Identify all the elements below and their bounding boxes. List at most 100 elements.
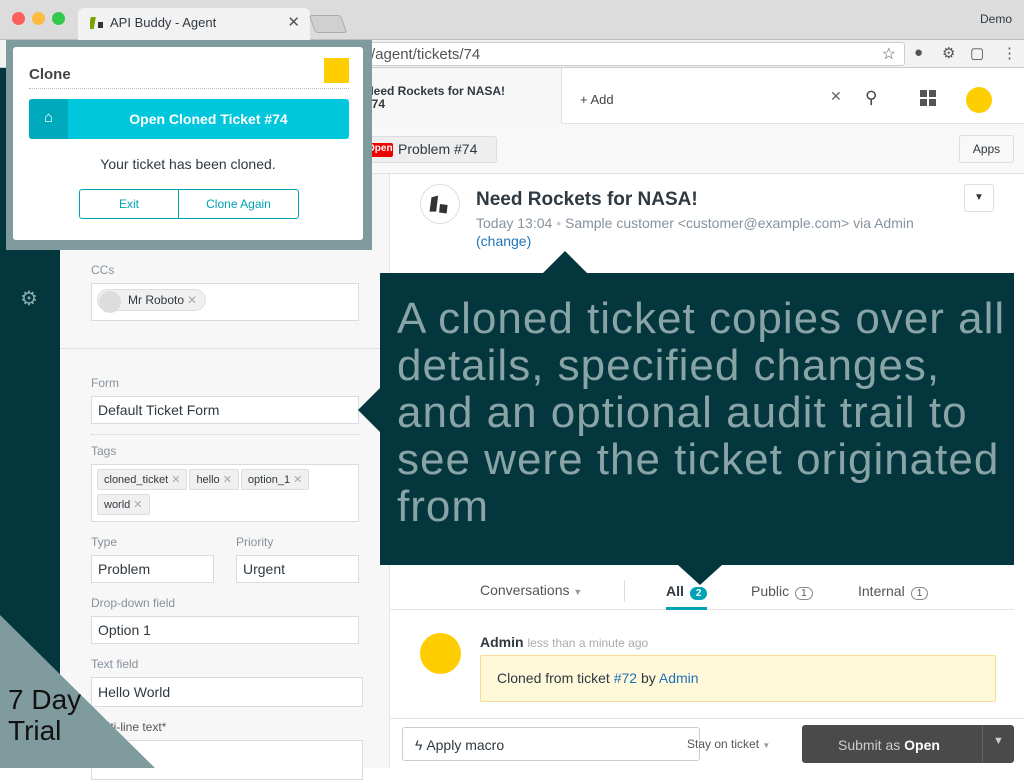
multiline-input[interactable]	[91, 740, 363, 780]
screenshot-extension-icon[interactable]: ▢	[970, 44, 984, 62]
ticket-title: Need Rockets for NASA!	[476, 189, 698, 210]
text-field-label: Text field	[91, 657, 139, 671]
open-button-label: Open Cloned Ticket #74	[129, 111, 288, 127]
source-ticket-link[interactable]: #72	[614, 670, 637, 686]
apply-macro-select[interactable]: ϟ Apply macro	[402, 727, 700, 761]
url-input[interactable]: /agent/tickets/74 ☆	[340, 42, 905, 66]
remove-icon[interactable]: ✕	[293, 474, 302, 486]
tab-label: Internal	[858, 583, 905, 599]
chevron-down-icon[interactable]: ▼	[982, 725, 1014, 763]
form-label: Form	[91, 376, 119, 390]
tags-label: Tags	[91, 444, 117, 458]
trial-line: Trial	[8, 715, 62, 746]
avatar[interactable]	[966, 87, 992, 113]
submit-status: Open	[904, 737, 940, 753]
gear-icon[interactable]: ⚙	[20, 286, 38, 311]
divider	[624, 580, 625, 602]
app-logo-icon	[324, 58, 349, 83]
message-text: Cloned from ticket	[497, 670, 610, 686]
settings-extension-icon[interactable]: ⚙	[942, 44, 955, 62]
chevron-down-icon: ▼	[762, 741, 771, 750]
ccs-field[interactable]: Mr Roboto ✕	[91, 283, 359, 321]
ccs-label: CCs	[91, 263, 115, 277]
trial-line: 7 Day	[8, 684, 82, 715]
submit-prefix: Submit as	[838, 737, 901, 753]
clone-title: Clone	[29, 66, 71, 83]
home-icon[interactable]: ⌂	[29, 99, 68, 139]
cc-name: Mr Roboto	[128, 293, 185, 307]
clone-actions: Exit Clone Again	[79, 189, 299, 219]
message-time: less than a minute ago	[527, 636, 649, 650]
avatar	[420, 633, 461, 674]
search-icon[interactable]: ⚲	[865, 88, 877, 108]
add-tab-button[interactable]: + Add	[580, 92, 614, 107]
tooltip-callout: A cloned ticket copies over all details,…	[380, 273, 1014, 565]
browser-tab[interactable]: API Buddy - Agent ✕	[78, 8, 310, 40]
message-header: Admin less than a minute ago	[480, 634, 648, 650]
message-text: by	[640, 670, 656, 686]
ticket-tab-number: #74	[365, 97, 386, 111]
remove-icon[interactable]: ✕	[133, 499, 142, 511]
priority-label: Priority	[236, 535, 274, 549]
exit-button[interactable]: Exit	[80, 190, 179, 218]
maximize-window-button[interactable]	[52, 12, 65, 25]
chevron-down-icon[interactable]: ▼	[964, 184, 994, 212]
close-icon[interactable]: ✕	[830, 89, 842, 103]
callout-arrow-left	[336, 388, 380, 432]
callout-arrow-up	[543, 229, 587, 273]
author-link[interactable]: Admin	[659, 670, 699, 686]
clone-popup: Clone ⌂ Open Cloned Ticket #74 Your tick…	[6, 40, 372, 250]
tag-label: world	[104, 499, 131, 511]
chevron-down-icon: ▼	[573, 587, 583, 597]
remove-icon[interactable]: ✕	[187, 293, 197, 307]
tag-chip: option_1 ✕	[240, 469, 310, 490]
tab-public[interactable]: Public 1	[751, 583, 813, 600]
ticket-tab[interactable]: Need Rockets for NASA! #74 ✕	[360, 68, 842, 124]
minimize-window-button[interactable]	[32, 12, 45, 25]
new-tab-button[interactable]	[308, 15, 348, 33]
conversations-filter[interactable]: Conversations ▼	[480, 582, 582, 598]
tag-label: option_1	[247, 474, 291, 486]
ticket-requester: Sample customer <customer@example.com> v…	[564, 215, 914, 231]
tag-chip: hello ✕	[189, 469, 239, 490]
ticket-time: Today 13:04	[476, 215, 553, 231]
remove-icon[interactable]: ✕	[171, 474, 180, 486]
tab-label: Public	[751, 583, 790, 599]
camera-extension-icon[interactable]: ●	[914, 44, 923, 61]
remove-icon[interactable]: ✕	[223, 474, 232, 486]
apps-button[interactable]: Apps	[959, 135, 1014, 163]
submit-button[interactable]: Submit as Open ▼	[802, 725, 1014, 763]
add-label: Add	[590, 92, 614, 107]
form-select[interactable]: Default Ticket Form	[91, 396, 359, 424]
tab-close-icon[interactable]: ✕	[287, 13, 300, 31]
close-window-button[interactable]	[12, 12, 25, 25]
divider	[60, 348, 390, 349]
tags-field[interactable]: cloned_ticket ✕ hello ✕ option_1 ✕world ✕	[91, 464, 359, 522]
stay-on-ticket-select[interactable]: Stay on ticket ▼	[687, 737, 770, 751]
text-field-input[interactable]: Hello World	[91, 677, 363, 707]
url-text: /agent/tickets/74	[371, 46, 481, 63]
user-avatar-icon	[99, 291, 121, 313]
dropdown-label: Drop-down field	[91, 596, 176, 610]
clone-again-button[interactable]: Clone Again	[179, 190, 298, 218]
bookmark-star-icon[interactable]: ☆	[882, 44, 896, 64]
callout-arrow-down	[678, 565, 722, 605]
stay-label: Stay on ticket	[687, 737, 760, 751]
priority-select[interactable]: Urgent	[236, 555, 359, 583]
brand-logo-icon	[420, 184, 460, 224]
tab-internal[interactable]: Internal 1	[858, 583, 929, 600]
profile-name[interactable]: Demo	[980, 12, 1012, 26]
change-requester-link[interactable]: (change)	[476, 233, 531, 249]
open-cloned-ticket-button[interactable]: ⌂ Open Cloned Ticket #74	[29, 99, 349, 139]
tag-chip: cloned_ticket ✕	[97, 469, 188, 490]
ticket-footer: ϟ Apply macro Stay on ticket ▼ Submit as…	[390, 718, 1024, 768]
tag-label: cloned_ticket	[104, 474, 169, 486]
menu-icon[interactable]: ⋮	[1002, 44, 1017, 62]
ticket-tab-title: Need Rockets for NASA!	[365, 84, 506, 98]
type-select[interactable]: Problem	[91, 555, 214, 583]
ticket-breadcrumb[interactable]: Open Problem #74	[360, 136, 497, 163]
apps-grid-icon[interactable]	[920, 90, 936, 106]
tab-title: API Buddy - Agent	[110, 15, 217, 30]
tab-count: 1	[910, 587, 929, 600]
dropdown-select[interactable]: Option 1	[91, 616, 359, 644]
